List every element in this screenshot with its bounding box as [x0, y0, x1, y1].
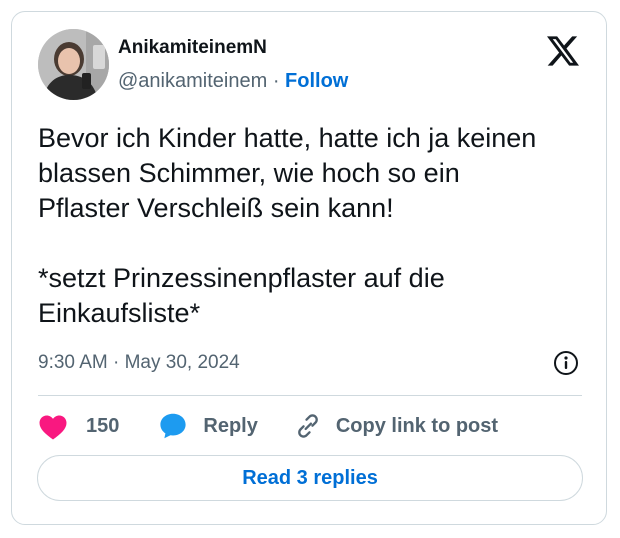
like-button[interactable]: 150 [38, 413, 119, 440]
reply-label: Reply [203, 414, 258, 437]
tweet-card: AnikamiteinemN @anikamiteinem · Follow B… [11, 11, 607, 525]
avatar-photo [38, 29, 109, 100]
copy-link-button[interactable]: Copy link to post [294, 412, 498, 440]
timestamp[interactable]: 9:30 AM · May 30, 2024 [38, 352, 240, 374]
tweet-line: Pflaster Verschleiß sein kann! [38, 193, 394, 223]
tweet-line: blassen Schimmer, wie hoch so ein [38, 158, 460, 188]
tweet-line: Einkaufsliste* [38, 298, 201, 328]
tweet-text: Bevor ich Kinder hatte, hatte ich ja kei… [38, 121, 598, 331]
divider [38, 395, 582, 396]
avatar[interactable] [38, 29, 109, 100]
like-count: 150 [86, 414, 120, 437]
reply-button[interactable]: Reply [159, 412, 258, 440]
link-icon [298, 414, 318, 438]
copy-link-label: Copy link to post [335, 414, 499, 437]
action-bar: 150 Reply Copy link to post [38, 410, 498, 442]
handle[interactable]: @anikamiteinem [118, 70, 267, 92]
speech-bubble-icon [160, 413, 186, 439]
separator-dot: · [272, 70, 280, 92]
tweet-line: *setzt Prinzessinenpflaster auf die [38, 263, 445, 293]
handle-row: @anikamiteinem · Follow [118, 70, 348, 93]
display-name[interactable]: AnikamiteinemN [118, 37, 267, 59]
read-replies-label: Read 3 replies [242, 466, 378, 489]
read-replies-button[interactable]: Read 3 replies [37, 455, 583, 501]
follow-label: Follow [285, 70, 349, 92]
x-logo-icon[interactable] [547, 36, 579, 66]
follow-link[interactable]: Follow [285, 70, 348, 92]
info-icon[interactable] [553, 350, 579, 376]
tweet-line: Bevor ich Kinder hatte, hatte ich ja kei… [38, 123, 537, 153]
heart-icon [39, 414, 67, 440]
